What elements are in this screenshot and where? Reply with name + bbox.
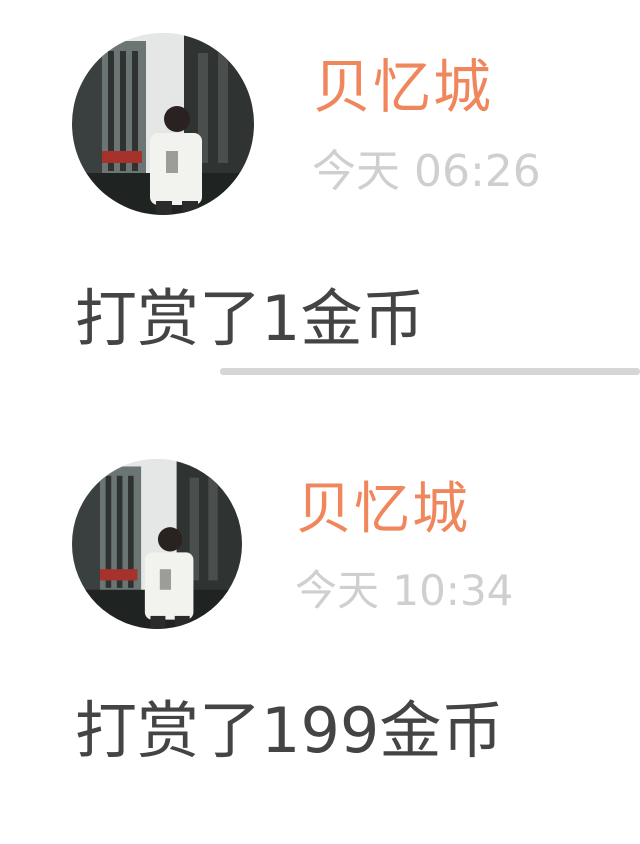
username[interactable]: 贝忆城 [296,482,470,538]
reward-message: 打赏了199金币 [75,694,504,767]
avatar-photo-icon [72,459,242,629]
reward-feed: 贝忆城 今天 06:26 打赏了1金币 贝忆城 今天 10:34 打赏了199金… [0,0,640,844]
avatar[interactable] [72,459,242,629]
timestamp: 今天 10:34 [295,566,514,615]
reward-entry: 贝忆城 今天 10:34 打赏了199金币 [0,0,640,844]
